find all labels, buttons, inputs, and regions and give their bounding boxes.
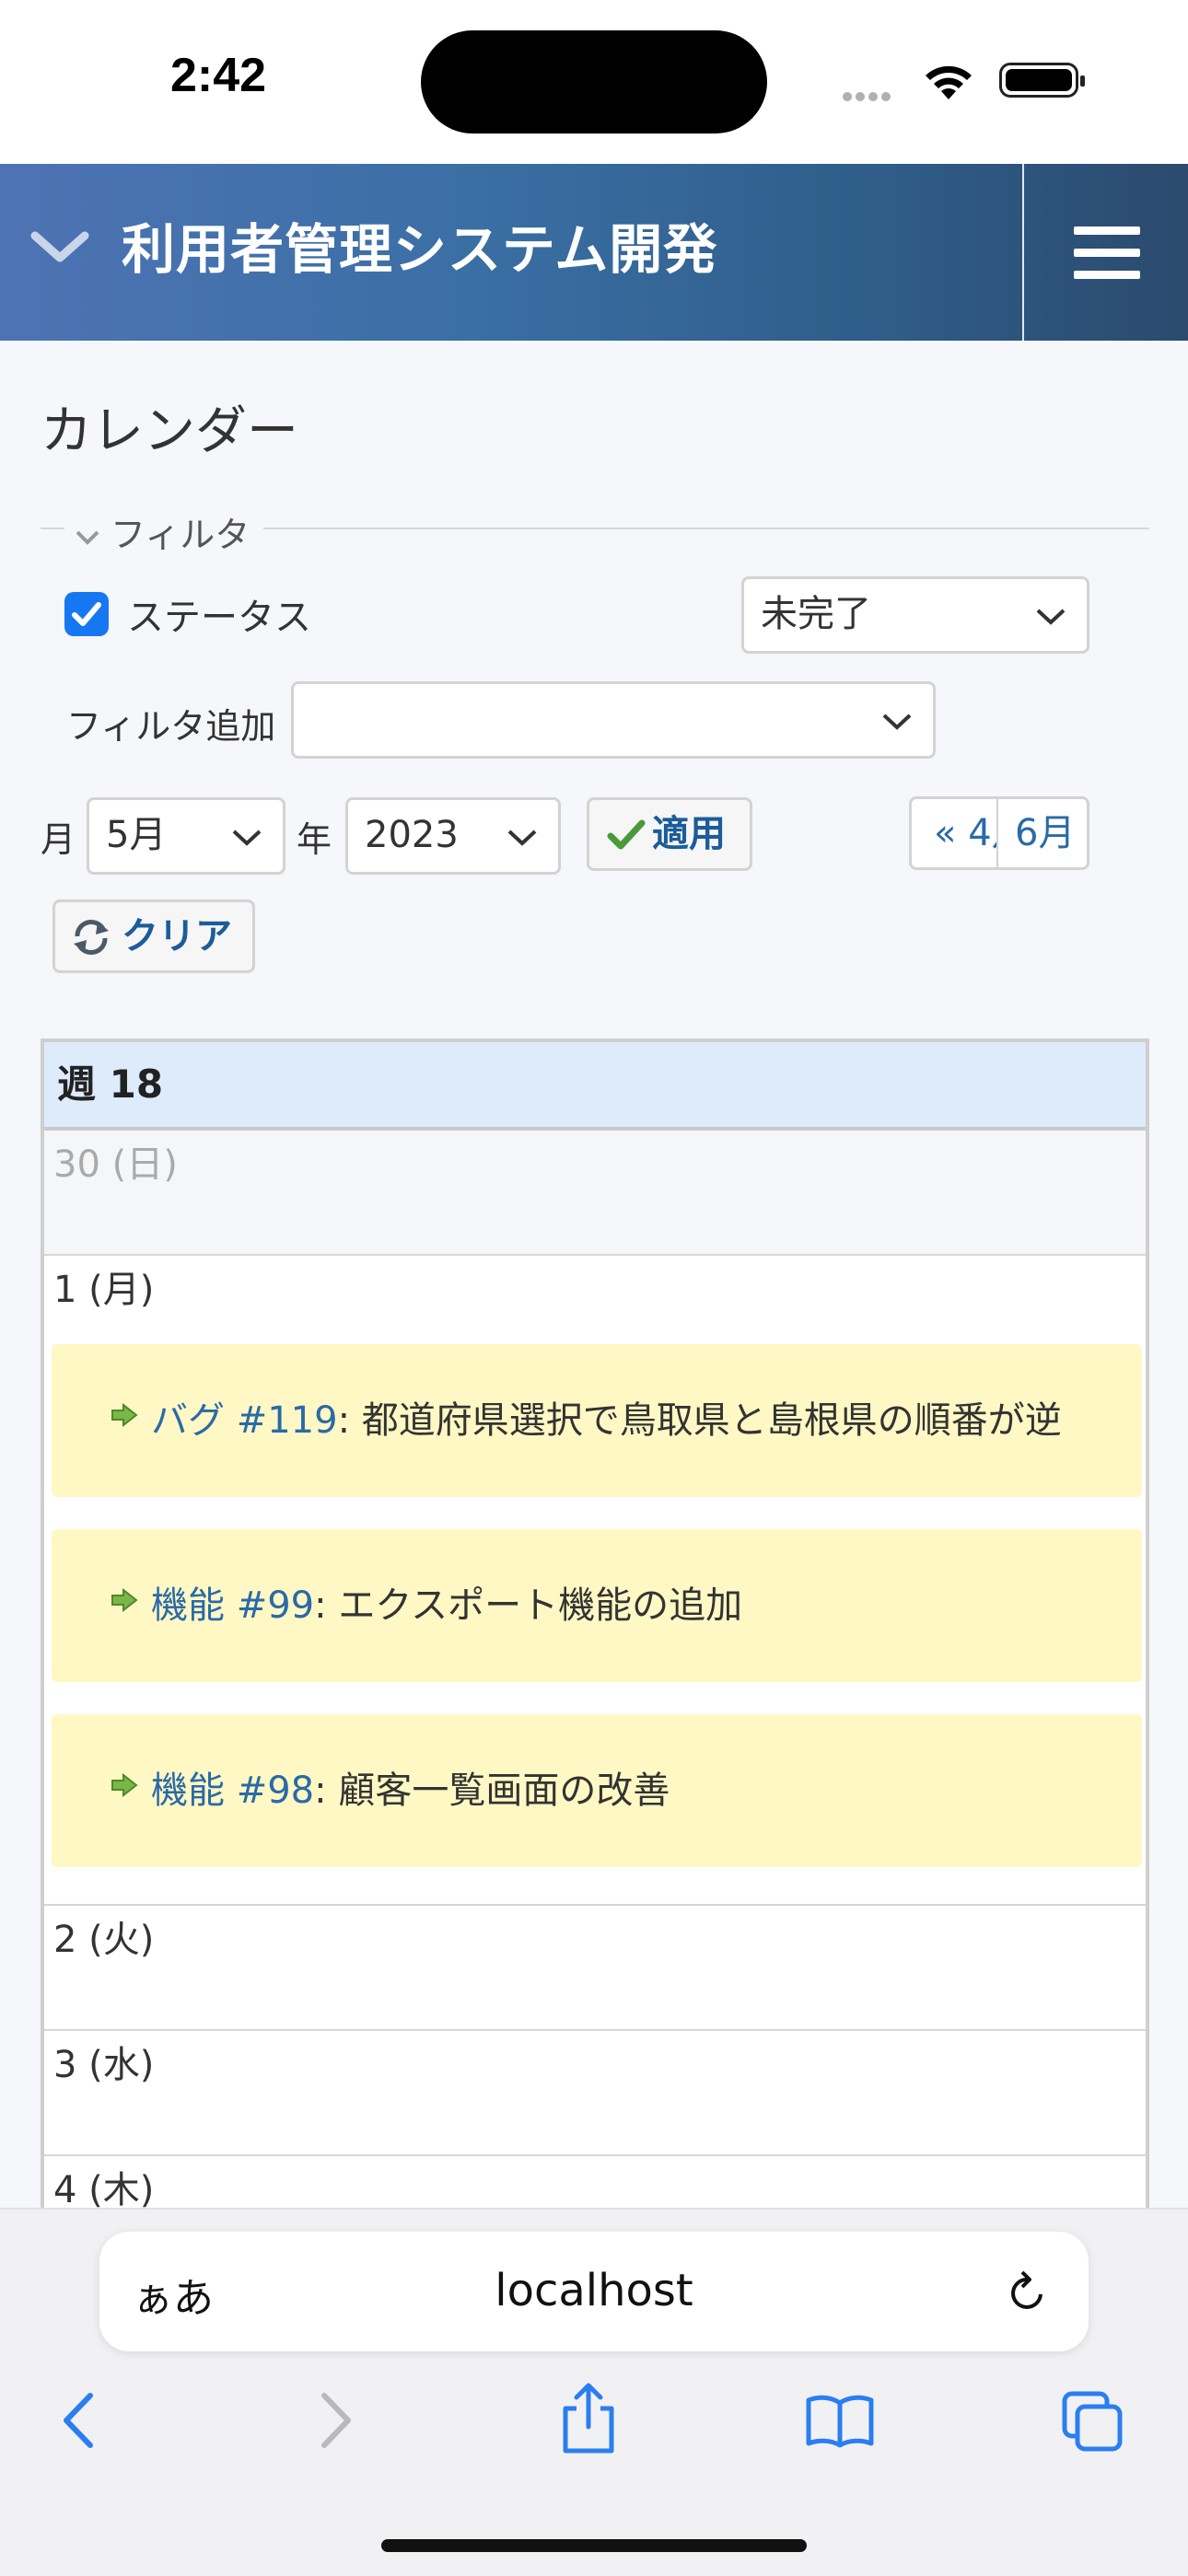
status-filter-label: ステータス bbox=[127, 597, 311, 639]
day-label: 3 (水) bbox=[53, 2044, 155, 2086]
chevron-down-icon bbox=[76, 530, 99, 545]
calendar-day: 1 (月) バグ #119: 都道府県選択で鳥取県と島根県の順番が逆 機能 #9… bbox=[44, 1256, 1146, 1906]
add-filter-label: フィルタ追加 bbox=[66, 706, 276, 747]
status-time: 2:42 bbox=[170, 49, 267, 102]
chevron-down-icon bbox=[232, 830, 262, 846]
issue-link[interactable]: 機能 #98 bbox=[151, 1770, 314, 1812]
issue-subject: : エクスポート機能の追加 bbox=[314, 1584, 743, 1627]
chevron-down-icon bbox=[1036, 609, 1066, 625]
issue-text: 機能 #99: エクスポート機能の追加 bbox=[151, 1529, 742, 1682]
issue-subject: : 都道府県選択で鳥取県と島根県の順番が逆 bbox=[337, 1399, 1062, 1442]
status-checkbox[interactable] bbox=[64, 592, 109, 636]
address-bar[interactable]: ぁあ localhost bbox=[99, 2232, 1089, 2351]
apply-button-label: 適用 bbox=[652, 813, 726, 855]
month-label: 月 bbox=[41, 819, 76, 860]
filter-legend[interactable]: フィルタ bbox=[74, 506, 250, 557]
issue-text: 機能 #98: 顧客一覧画面の改善 bbox=[151, 1714, 670, 1867]
year-label: 年 bbox=[297, 819, 332, 860]
page-title: カレンダー bbox=[41, 401, 298, 461]
calendar-table: 週 18 30 (日) 1 (月) バグ #119: 都道府県選択で鳥取県と島根… bbox=[41, 1039, 1149, 2208]
status-operator-select[interactable]: 未完了 bbox=[741, 576, 1089, 654]
project-title[interactable]: 利用者管理システム開発 bbox=[122, 206, 717, 284]
clear-button[interactable]: クリア bbox=[52, 899, 255, 973]
clear-button-label: クリア bbox=[122, 915, 232, 957]
issue-text: バグ #119: 都道府県選択で鳥取県と島根県の順番が逆 bbox=[151, 1344, 1062, 1497]
calendar-day: 4 (木) bbox=[44, 2156, 1146, 2208]
issue-subject: : 顧客一覧画面の改善 bbox=[314, 1770, 670, 1812]
calendar-issue: 機能 #99: エクスポート機能の追加 bbox=[52, 1529, 1142, 1682]
filter-legend-label: フィルタ bbox=[111, 515, 250, 555]
share-icon[interactable] bbox=[558, 2381, 619, 2454]
issue-link[interactable]: 機能 #99 bbox=[151, 1584, 314, 1627]
status-operator-value: 未完了 bbox=[761, 593, 871, 635]
refresh-icon bbox=[74, 919, 109, 956]
year-value: 2023 bbox=[365, 814, 459, 856]
url-text: localhost bbox=[495, 2265, 693, 2316]
add-filter-select[interactable] bbox=[291, 681, 936, 759]
fieldset-line-left bbox=[41, 528, 64, 529]
issue-link[interactable]: バグ #119 bbox=[151, 1399, 338, 1442]
calendar-day: 2 (火) bbox=[44, 1906, 1146, 2031]
fieldset-line-right bbox=[263, 528, 1149, 529]
battery-icon bbox=[999, 63, 1085, 98]
back-icon[interactable] bbox=[57, 2390, 99, 2451]
arrow-right-icon bbox=[111, 1773, 138, 1797]
status-bar: 2:42 bbox=[0, 0, 1188, 164]
checkmark-icon bbox=[607, 819, 646, 850]
arrow-right-icon bbox=[111, 1588, 138, 1612]
chevron-down-icon[interactable] bbox=[29, 228, 90, 265]
browser-toolbar: ぁあ localhost bbox=[0, 2208, 1188, 2576]
forward-icon[interactable] bbox=[315, 2390, 357, 2451]
wifi-icon bbox=[926, 65, 972, 99]
tabs-icon[interactable] bbox=[1061, 2390, 1125, 2454]
arrow-right-icon bbox=[111, 1403, 138, 1427]
bookmarks-icon[interactable] bbox=[805, 2394, 875, 2449]
day-label: 1 (月) bbox=[53, 1269, 155, 1311]
reload-icon[interactable] bbox=[1004, 2267, 1052, 2318]
year-select[interactable]: 2023 bbox=[345, 797, 561, 875]
day-label: 2 (火) bbox=[53, 1919, 155, 1961]
calendar-day: 3 (水) bbox=[44, 2031, 1146, 2156]
home-indicator bbox=[381, 2539, 807, 2552]
month-select[interactable]: 5月 bbox=[87, 797, 285, 875]
day-label: 4 (木) bbox=[53, 2169, 155, 2208]
day-label: 30 (日) bbox=[53, 1143, 178, 1186]
next-month-link[interactable]: 6月 bbox=[996, 799, 1087, 867]
calendar-issue: 機能 #98: 顧客一覧画面の改善 bbox=[52, 1714, 1142, 1867]
calendar-issue: バグ #119: 都道府県選択で鳥取県と島根県の順番が逆 bbox=[52, 1344, 1142, 1497]
chevron-down-icon bbox=[882, 714, 912, 730]
app-header: 利用者管理システム開発 bbox=[0, 164, 1188, 341]
calendar-day-other-month: 30 (日) bbox=[44, 1131, 1146, 1256]
month-value: 5月 bbox=[106, 814, 167, 856]
dynamic-island bbox=[421, 30, 767, 133]
month-pager: « 4月 6月 bbox=[909, 796, 1089, 870]
hamburger-menu-button[interactable] bbox=[1024, 164, 1188, 341]
cellular-signal-icon bbox=[843, 87, 894, 105]
apply-button[interactable]: 適用 bbox=[587, 797, 752, 871]
week-header: 週 18 bbox=[44, 1042, 1146, 1131]
checkmark-icon bbox=[72, 602, 101, 626]
chevron-down-icon bbox=[507, 830, 537, 846]
